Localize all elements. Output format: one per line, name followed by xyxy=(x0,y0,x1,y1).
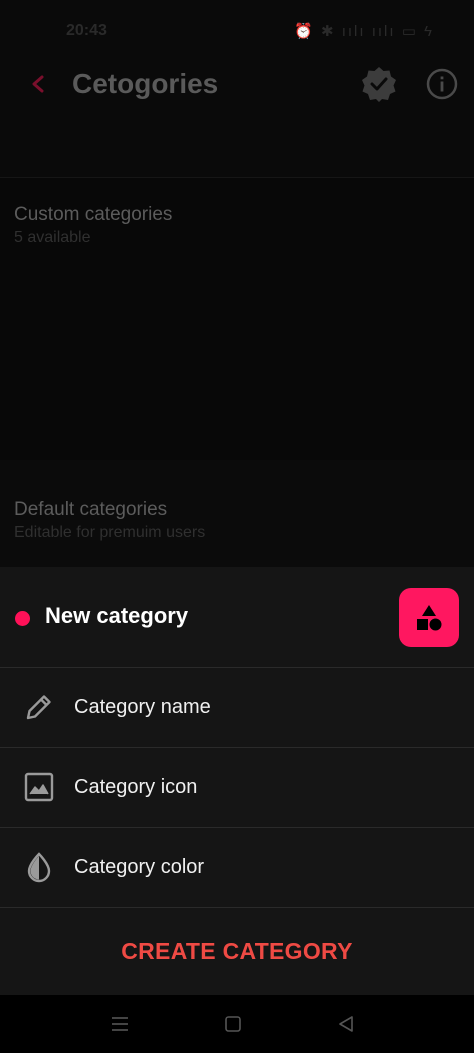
verified-badge-icon xyxy=(362,67,396,102)
sheet-title: New category xyxy=(45,603,189,628)
menu-button[interactable] xyxy=(100,1009,140,1039)
pencil-icon xyxy=(22,690,56,724)
new-category-sheet: New category Category name Category icon xyxy=(0,567,474,995)
category-name-row[interactable]: Category name xyxy=(0,667,474,747)
shapes-icon xyxy=(417,604,442,630)
default-categories-header: Default categories Editable for premuim … xyxy=(14,499,205,542)
home-square-icon xyxy=(225,1016,241,1032)
system-navigation-bar xyxy=(0,995,474,1053)
back-button[interactable] xyxy=(22,64,54,104)
toolbar: Cetogories xyxy=(0,50,474,120)
default-categories-subtitle: Editable for premuim users xyxy=(14,524,206,541)
sheet-header: New category xyxy=(0,567,474,667)
home-button[interactable] xyxy=(213,1009,253,1039)
create-category-label: CREATE CATEGORY xyxy=(121,938,353,964)
custom-categories-header: Custom categories 5 available xyxy=(14,204,172,247)
custom-categories-subtitle: 5 available xyxy=(14,229,91,246)
image-icon xyxy=(22,770,56,804)
category-color-row[interactable]: Category color xyxy=(0,827,474,907)
verified-button[interactable] xyxy=(360,65,398,103)
custom-categories-title: Custom categories xyxy=(14,204,173,225)
status-time: 20:43 xyxy=(66,22,107,39)
default-categories-title: Default categories xyxy=(14,499,168,520)
status-icons: ⏰ ✱ ıılı ıılı ▭ ϟ xyxy=(294,23,434,40)
category-icon-row[interactable]: Category icon xyxy=(0,747,474,827)
category-color-label: Category color xyxy=(74,856,205,878)
create-category-button[interactable]: CREATE CATEGORY xyxy=(0,907,474,995)
info-icon xyxy=(426,68,458,100)
categories-screen: 20:43 ⏰ ✱ ıılı ıılı ▭ ϟ Cetogories Custo… xyxy=(0,0,474,567)
chevron-left-icon xyxy=(32,75,44,93)
category-name-label: Category name xyxy=(74,696,211,718)
category-color-dot xyxy=(15,611,30,626)
back-nav-button[interactable] xyxy=(326,1009,366,1039)
category-icon-preview[interactable] xyxy=(399,588,459,647)
back-triangle-icon xyxy=(339,1016,353,1032)
category-icon-label: Category icon xyxy=(74,776,198,798)
page-title: Cetogories xyxy=(72,68,219,99)
color-drop-icon xyxy=(22,850,56,884)
menu-icon xyxy=(112,1017,128,1031)
info-button[interactable] xyxy=(425,67,459,101)
